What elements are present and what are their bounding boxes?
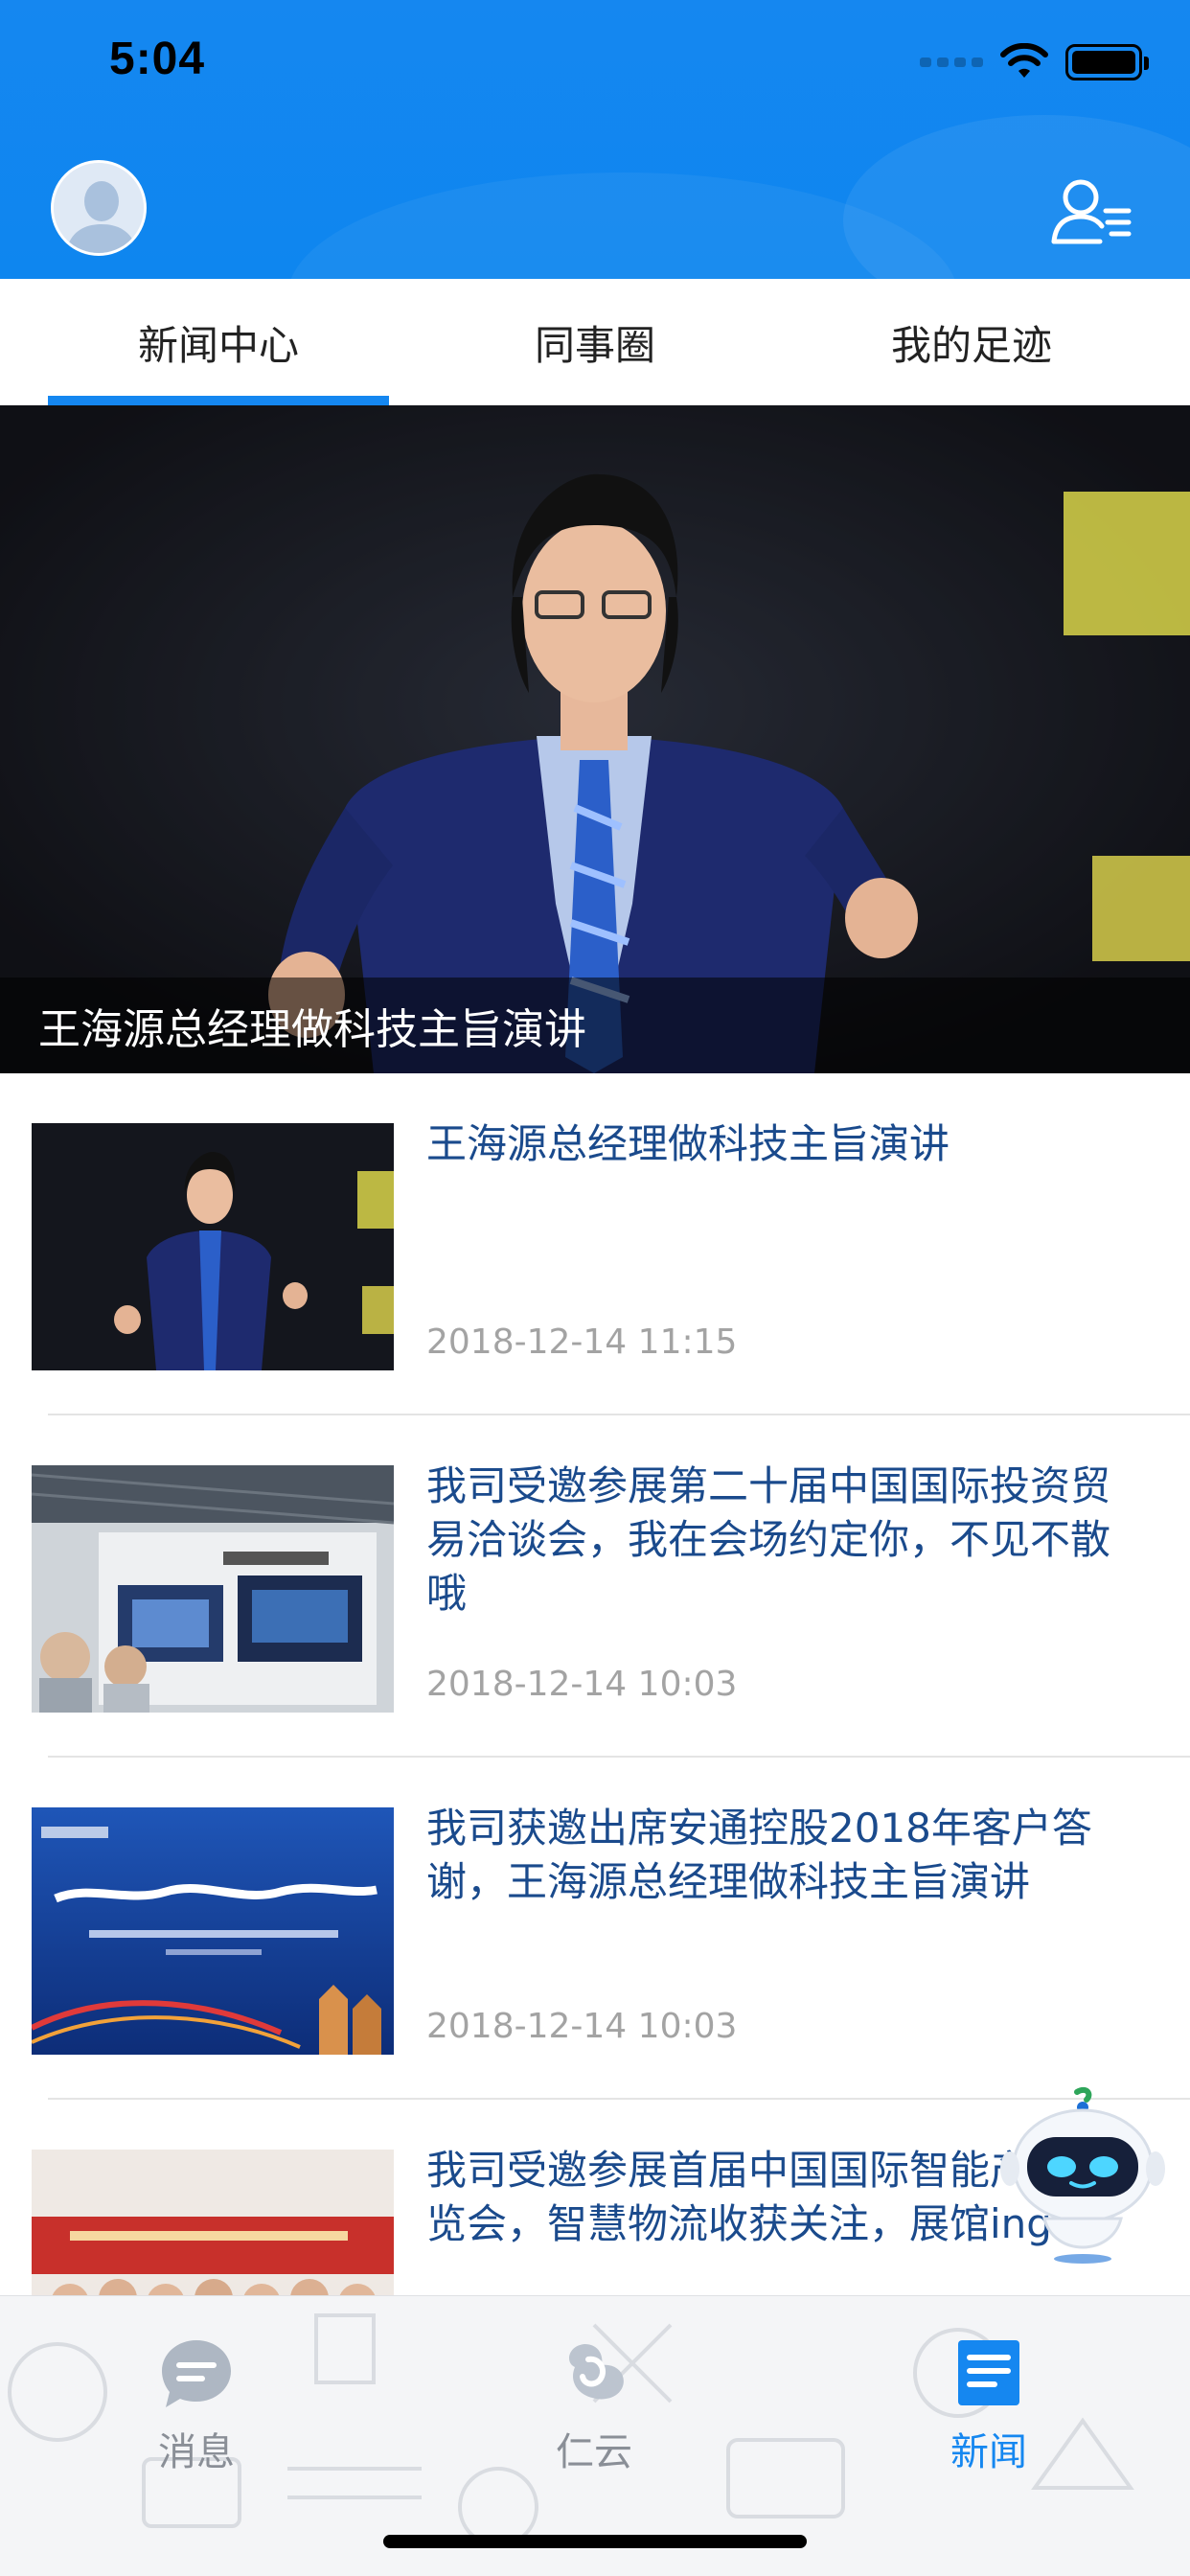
news-item[interactable]: 王海源总经理做科技主旨演讲 2018-12-14 11:15: [0, 1073, 1190, 1415]
status-time: 5:04: [109, 34, 206, 84]
tab-my-footprints[interactable]: 我的足迹: [801, 279, 1142, 405]
battery-icon: [1065, 44, 1149, 80]
cloud-logo-icon: [569, 2344, 624, 2400]
news-date: 2018-12-14 10:03: [426, 2007, 738, 2046]
contacts-icon[interactable]: [1048, 172, 1134, 249]
news-date: 2018-12-14 11:15: [426, 1322, 738, 1362]
home-indicator: [383, 2535, 807, 2548]
user-avatar[interactable]: [51, 160, 147, 256]
news-doc-icon: [958, 2340, 1019, 2405]
news-thumbnail: [32, 1123, 394, 1370]
news-banner[interactable]: 王海源总经理做科技主旨演讲: [0, 405, 1190, 1073]
news-item[interactable]: 我司获邀出席安通控股2018年客户答谢，王海源总经理做科技主旨演讲 2018-1…: [0, 1758, 1190, 2100]
robot-assistant-icon[interactable]: [996, 2084, 1169, 2266]
status-icons: [920, 38, 1149, 86]
chat-bubble-icon: [162, 2340, 231, 2407]
nav-label: 新闻: [950, 2430, 1027, 2474]
news-title: 王海源总经理做科技主旨演讲: [426, 1120, 950, 1167]
tab-bar: 新闻中心 同事圈 我的足迹: [0, 279, 1190, 405]
news-item[interactable]: 我司受邀参展第二十届中国国际投资贸易洽谈会，我在会场约定你，不见不散哦 2018…: [0, 1415, 1190, 1758]
signal-icon: [920, 58, 983, 67]
tab-news-center[interactable]: 新闻中心: [48, 279, 389, 405]
news-title: 我司受邀参展第二十届中国国际投资贸易洽谈会，我在会场约定你，不见不散哦: [426, 1462, 1111, 1617]
banner-photo: [0, 405, 1190, 1073]
news-thumbnail: [32, 1465, 394, 1713]
banner-caption: 王海源总经理做科技主旨演讲: [0, 978, 1190, 1073]
nav-label: 消息: [158, 2430, 235, 2474]
news-thumbnail: [32, 1807, 394, 2055]
person-silhouette-icon: [54, 163, 144, 253]
active-tab-indicator: [48, 396, 389, 405]
app-header: 5:04: [0, 0, 1190, 279]
news-title: 我司获邀出席安通控股2018年客户答谢，王海源总经理做科技主旨演讲: [426, 1805, 1092, 1905]
news-date: 2018-12-14 10:03: [426, 1665, 738, 1704]
wifi-icon: [1000, 43, 1048, 78]
nav-messages[interactable]: 消息: [101, 2334, 292, 2474]
nav-cloud[interactable]: 仁云: [498, 2334, 690, 2474]
nav-label: 仁云: [556, 2430, 632, 2474]
nav-news[interactable]: 新闻: [893, 2334, 1085, 2474]
tab-colleagues[interactable]: 同事圈: [424, 279, 766, 405]
